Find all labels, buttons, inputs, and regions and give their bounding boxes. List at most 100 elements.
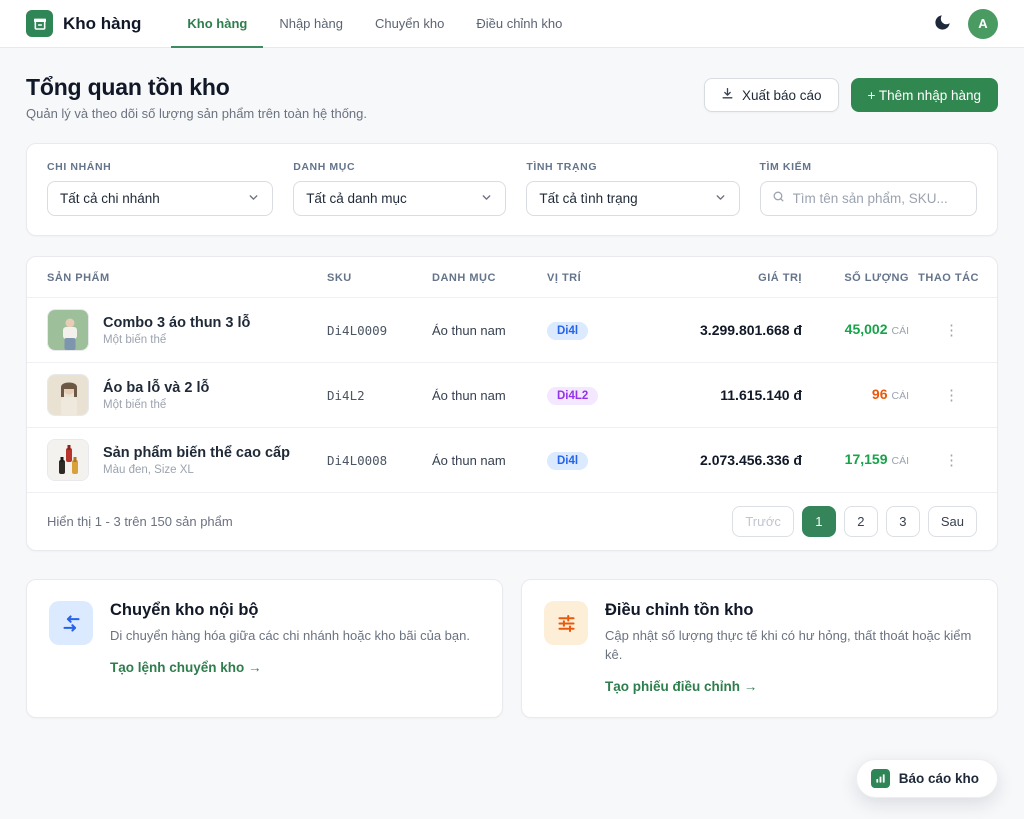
nav-tab-nhap-hang[interactable]: Nhập hàng [263,0,359,48]
pagination-prev[interactable]: Trước [732,506,794,537]
table-row: Áo ba lỗ và 2 lỗ Một biến thể Di4L2 Áo t… [27,362,997,427]
product-thumbnail [47,309,89,351]
category-value: Áo thun nam [432,388,547,403]
nav-tab-kho-hang[interactable]: Kho hàng [171,0,263,48]
category-filter-label: Danh mục [293,161,506,173]
archive-box-icon [26,10,53,37]
pagination-next[interactable]: Sau [928,506,977,537]
search-icon [772,190,785,208]
main-nav: Kho hàng Nhập hàng Chuyển kho Điều chỉnh… [171,0,578,48]
row-actions-menu[interactable]: ⋮ [936,319,967,342]
navbar-right: A [933,9,998,39]
col-quantity: Số lượng [802,272,909,284]
search-filter-label: Tìm kiếm [760,161,978,173]
header-actions: Xuất báo cáo + Thêm nhập hàng [704,78,998,112]
adjustment-card-title: Điều chỉnh tồn kho [605,601,975,620]
add-import-button[interactable]: + Thêm nhập hàng [851,78,998,112]
value-amount: 3.299.801.668 đ [662,322,802,338]
dark-mode-toggle[interactable] [933,13,952,35]
product-thumbnail [47,374,89,416]
adjustment-card: Điều chỉnh tồn kho Cập nhật số lượng thự… [521,579,998,718]
product-name: Combo 3 áo thun 3 lỗ [103,315,250,331]
inventory-table: Sản phẩm SKU Danh mục Vị trí Giá trị Số … [26,256,998,551]
table-row: Combo 3 áo thun 3 lỗ Một biến thể Di4L00… [27,297,997,362]
app-title: Kho hàng [63,14,141,34]
product-cell: Áo ba lỗ và 2 lỗ Một biến thể [47,374,327,416]
sku-value: Di4L2 [327,388,432,403]
quantity-unit: CÁI [891,455,909,467]
quantity-value: 45,002 [845,321,888,337]
status-select[interactable]: Tất cả tình trạng [526,181,739,216]
col-location: Vị trí [547,272,662,284]
pagination-page-2[interactable]: 2 [844,506,878,537]
chevron-down-icon [480,191,493,207]
moon-icon [933,13,952,35]
bar-chart-icon [871,769,890,788]
filter-search: Tìm kiếm [760,161,978,216]
table-footer: Hiển thị 1 - 3 trên 150 sản phẩm Trước 1… [27,492,997,550]
location-badge: Di4l [547,322,588,340]
product-variant: Một biến thể [103,334,250,346]
quantity-value: 96 [872,386,888,402]
page-header: Tổng quan tồn kho Quản lý và theo dõi số… [26,74,998,121]
page-heading-block: Tổng quan tồn kho Quản lý và theo dõi số… [26,74,367,121]
nav-tab-chuyen-kho[interactable]: Chuyển kho [359,0,460,48]
product-variant: Màu đen, Size XL [103,464,290,476]
col-actions: Thao tác [909,272,979,284]
col-product: Sản phẩm [47,272,327,284]
export-report-button[interactable]: Xuất báo cáo [704,78,839,112]
status-filter-label: Tình trạng [526,161,739,173]
category-value: Áo thun nam [432,323,547,338]
product-name: Áo ba lỗ và 2 lỗ [103,380,209,396]
col-sku: SKU [327,272,432,284]
quantity-unit: CÁI [891,325,909,337]
category-select[interactable]: Tất cả danh mục [293,181,506,216]
branch-filter-label: Chi nhánh [47,161,273,173]
table-header-row: Sản phẩm SKU Danh mục Vị trí Giá trị Số … [27,257,997,297]
transfer-card-description: Di chuyển hàng hóa giữa các chi nhánh ho… [110,627,470,646]
col-category: Danh mục [432,272,547,284]
warehouse-report-fab[interactable]: Báo cáo kho [856,759,998,798]
sku-value: Di4L0009 [327,323,432,338]
create-transfer-link[interactable]: Tạo lệnh chuyển kho → [110,660,262,675]
product-name: Sản phẩm biến thể cao cấp [103,445,290,461]
nav-tab-dieu-chinh-kho[interactable]: Điều chỉnh kho [460,0,578,48]
category-value: Áo thun nam [432,453,547,468]
value-amount: 11.615.140 đ [662,387,802,403]
pagination-page-3[interactable]: 3 [886,506,920,537]
product-thumbnail [47,439,89,481]
transfer-card-title: Chuyển kho nội bộ [110,601,470,620]
pagination-page-1[interactable]: 1 [802,506,836,537]
sku-value: Di4L0008 [327,453,432,468]
table-row: Sản phẩm biến thể cao cấp Màu đen, Size … [27,427,997,492]
transfer-arrows-icon [49,601,93,645]
filter-status: Tình trạng Tất cả tình trạng [526,161,739,216]
create-adjustment-link[interactable]: Tạo phiếu điều chỉnh → [605,679,757,694]
sliders-icon [544,601,588,645]
filter-category: Danh mục Tất cả danh mục [293,161,506,216]
action-cards: Chuyển kho nội bộ Di chuyển hàng hóa giữ… [26,579,998,718]
search-box [760,181,978,216]
transfer-card: Chuyển kho nội bộ Di chuyển hàng hóa giữ… [26,579,503,718]
pagination: Trước 1 2 3 Sau [732,506,977,537]
filter-bar: Chi nhánh Tất cả chi nhánh Danh mục Tất … [26,143,998,236]
product-cell: Sản phẩm biến thể cao cấp Màu đen, Size … [47,439,327,481]
location-badge: Di4l [547,452,588,470]
row-actions-menu[interactable]: ⋮ [936,449,967,472]
results-summary: Hiển thị 1 - 3 trên 150 sản phẩm [47,514,233,529]
product-variant: Một biến thể [103,399,209,411]
branch-select[interactable]: Tất cả chi nhánh [47,181,273,216]
user-avatar[interactable]: A [968,9,998,39]
location-badge: Di4L2 [547,387,598,405]
page-subtitle: Quản lý và theo dõi số lượng sản phẩm tr… [26,106,367,121]
brand: Kho hàng [26,10,141,37]
search-input[interactable] [793,191,966,206]
top-navbar: Kho hàng Kho hàng Nhập hàng Chuyển kho Đ… [0,0,1024,48]
chevron-down-icon [714,191,727,207]
quantity-unit: CÁI [891,390,909,402]
page-title: Tổng quan tồn kho [26,74,367,101]
adjustment-card-description: Cập nhật số lượng thực tế khi có hư hỏng… [605,627,975,665]
product-cell: Combo 3 áo thun 3 lỗ Một biến thể [47,309,327,351]
chevron-down-icon [247,191,260,207]
row-actions-menu[interactable]: ⋮ [936,384,967,407]
